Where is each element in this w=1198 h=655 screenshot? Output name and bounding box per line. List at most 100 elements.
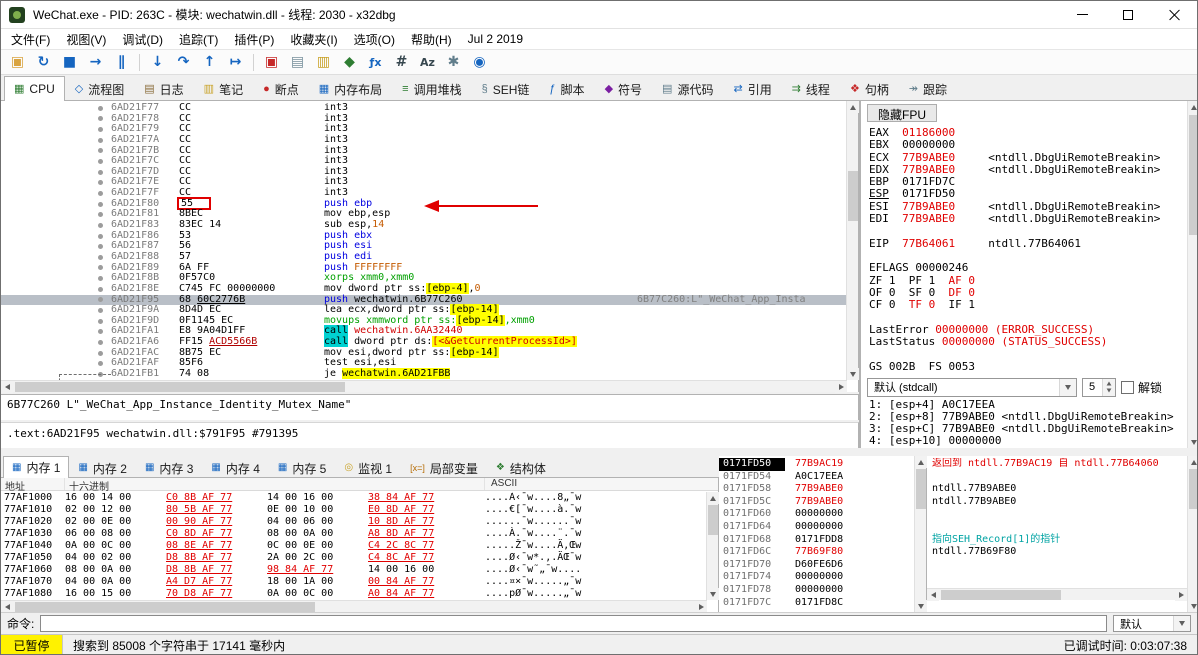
scroll-thumb[interactable] xyxy=(848,171,858,221)
stack-row[interactable]: 0171FD68 0171FDD8 xyxy=(719,534,915,547)
dump-row[interactable]: 77AF1030 06 00 08 00 C0 8D AF 77 08 00 0A 0… xyxy=(1,528,707,540)
stack-comment[interactable] xyxy=(932,521,1187,534)
restart-button[interactable]: ↻ xyxy=(31,51,56,73)
stack-row[interactable]: 0171FD6C 77B69F80 xyxy=(719,546,915,559)
command-script-select[interactable]: 默认 xyxy=(1113,615,1191,632)
search-button[interactable]: ◉ xyxy=(467,51,492,73)
stack-row[interactable]: 0171FD50 77B9AC19 xyxy=(719,458,915,471)
stack-comment[interactable]: 返回到 ntdll.77B9AC19 自 ntdll.77B64060 xyxy=(932,458,1187,471)
scroll-right-button[interactable] xyxy=(1175,589,1187,601)
stack-row[interactable]: 0171FD60 00000000 xyxy=(719,508,915,521)
scroll-left-button[interactable] xyxy=(927,589,939,601)
register-line[interactable]: LastStatus 00000000 (STATUS_SUCCESS) xyxy=(869,335,1185,348)
tab-dump-4[interactable]: ▦ 内存 4 xyxy=(202,458,268,477)
stop-button[interactable]: ■ xyxy=(57,51,82,73)
scroll-up-button[interactable] xyxy=(1188,101,1197,113)
argument-count-stepper[interactable]: 5 xyxy=(1082,377,1116,397)
minimize-button[interactable] xyxy=(1059,1,1105,28)
register-line[interactable]: CF 0 TF 0 IF 1 xyxy=(869,299,1185,311)
scroll-thumb[interactable] xyxy=(708,505,718,535)
register-line[interactable]: EIP 77B64061 ntdll.77B64061 xyxy=(869,237,1185,250)
stack-row[interactable]: 0171FD78 00000000 xyxy=(719,584,915,597)
scroll-down-button[interactable] xyxy=(1188,436,1197,448)
command-input[interactable] xyxy=(40,615,1107,632)
dump-row[interactable]: 77AF1010 02 00 12 00 80 5B AF 77 0E 00 10 0… xyxy=(1,504,707,516)
scroll-down-button[interactable] xyxy=(707,588,719,600)
comments-horizontal-scrollbar[interactable] xyxy=(927,588,1187,601)
stack-comment[interactable] xyxy=(932,559,1187,572)
stack-row[interactable]: 0171FD5C 77B9ABE0 xyxy=(719,496,915,509)
menu-favourites[interactable]: 收藏夹(I) xyxy=(282,29,345,50)
scroll-down-button[interactable] xyxy=(915,600,927,612)
registers-vertical-scrollbar[interactable] xyxy=(1187,101,1197,448)
tab-seh-chain[interactable]: § SEH链 xyxy=(472,78,540,100)
register-line[interactable]: GS 002B FS 0053 xyxy=(869,360,1185,373)
scroll-down-button[interactable] xyxy=(847,368,859,380)
tab-dump-1[interactable]: ▦ 内存 1 xyxy=(3,456,70,478)
scroll-left-button[interactable] xyxy=(1,381,13,393)
scroll-up-button[interactable] xyxy=(707,492,719,504)
pause-button[interactable]: ∥ xyxy=(109,51,134,73)
disassembly-horizontal-scrollbar[interactable] xyxy=(1,380,847,393)
step-out-button[interactable]: ↑ xyxy=(197,51,222,73)
register-line[interactable]: EDI 77B9ABE0 <ntdll.DbgUiRemoteBreakin> xyxy=(869,212,1185,225)
scroll-thumb[interactable] xyxy=(941,590,1061,600)
scroll-up-button[interactable] xyxy=(915,456,927,468)
tab-symbols[interactable]: ◆ 符号 xyxy=(595,78,652,100)
scroll-thumb[interactable] xyxy=(15,602,315,612)
tab-cpu[interactable]: ▦ CPU xyxy=(4,76,65,101)
dump-row[interactable]: 77AF1080 16 00 15 00 70 D8 AF 77 0A 00 0C 0… xyxy=(1,588,707,600)
dump-row[interactable]: 77AF1020 02 00 0E 00 00 90 AF 77 04 00 06 0… xyxy=(1,516,707,528)
tab-graph[interactable]: ◇ 流程图 xyxy=(65,78,134,100)
stack-row[interactable]: 0171FD54 A0C17EEA xyxy=(719,471,915,484)
stack-row[interactable]: 0171FD7C 0171FD8C xyxy=(719,597,915,610)
breakpoints-button[interactable]: ▣ xyxy=(259,51,284,73)
scroll-thumb[interactable] xyxy=(15,382,345,392)
tab-source[interactable]: ▤ 源代码 xyxy=(652,78,723,100)
tab-struct[interactable]: ❖ 结构体 xyxy=(487,458,555,477)
dump-row[interactable]: 77AF1050 04 00 02 00 D8 8B AF 77 2A 00 2C 0… xyxy=(1,552,707,564)
memory-map-button[interactable]: ▤ xyxy=(285,51,310,73)
dump-row[interactable]: 77AF1060 08 00 0A 00 D8 8B AF 77 98 84 AF 7… xyxy=(1,564,707,576)
dump-row[interactable]: 77AF1000 16 00 14 00 C0 8B AF 77 14 00 16 0… xyxy=(1,492,707,504)
menu-help[interactable]: 帮助(H) xyxy=(403,29,460,50)
tab-memory-map[interactable]: ▦ 内存布局 xyxy=(309,78,392,100)
scroll-thumb[interactable] xyxy=(1189,115,1197,235)
call-argument-line[interactable]: 4: [esp+10] 00000000 xyxy=(869,435,1185,447)
functions-button[interactable]: ƒx xyxy=(363,51,388,73)
stack-row[interactable]: 0171FD70 D60FE6D6 xyxy=(719,559,915,572)
tab-locals[interactable]: [x=] 局部变量 xyxy=(401,458,487,477)
scroll-down-button[interactable] xyxy=(1188,600,1197,612)
menu-options[interactable]: 选项(O) xyxy=(346,29,403,50)
patches-button[interactable]: ◆ xyxy=(337,51,362,73)
dump-horizontal-scrollbar[interactable] xyxy=(1,600,707,613)
hash-button[interactable]: # xyxy=(389,51,414,73)
tab-breakpoints[interactable]: ● 断点 xyxy=(253,78,309,100)
unlock-checkbox[interactable] xyxy=(1121,380,1134,394)
stepper-arrows-icon[interactable] xyxy=(1102,378,1115,396)
stack-row[interactable]: 0171FD74 00000000 xyxy=(719,571,915,584)
scroll-thumb[interactable] xyxy=(1189,469,1197,509)
stack-row[interactable]: 0171FD58 77B9ABE0 xyxy=(719,483,915,496)
menu-plugins[interactable]: 插件(P) xyxy=(226,29,282,50)
log-button[interactable]: ▥ xyxy=(311,51,336,73)
stack-comment[interactable] xyxy=(932,471,1187,484)
stack-comment[interactable]: 指向SEH_Record[1]的指针 xyxy=(932,534,1187,547)
hide-fpu-button[interactable]: 隐藏FPU xyxy=(867,104,938,122)
disassembly-vertical-scrollbar[interactable] xyxy=(846,101,859,380)
menu-trace[interactable]: 追踪(T) xyxy=(171,29,226,50)
tab-handles[interactable]: ❖ 句柄 xyxy=(840,78,899,100)
stack-row[interactable]: 0171FD64 00000000 xyxy=(719,521,915,534)
stack-vertical-scrollbar[interactable] xyxy=(914,456,927,612)
dump-row[interactable]: 77AF1070 04 00 0A 00 A4 D7 AF 77 18 00 1A 0… xyxy=(1,576,707,588)
tab-script[interactable]: ƒ 脚本 xyxy=(539,78,594,100)
calling-convention-select[interactable]: 默认 (stdcall) xyxy=(867,377,1077,397)
tab-trace[interactable]: ↠ 跟踪 xyxy=(899,78,957,100)
scroll-thumb[interactable] xyxy=(916,469,926,509)
tab-notes[interactable]: ▥ 笔记 xyxy=(194,78,253,100)
run-to-user-code-button[interactable]: ↦ xyxy=(223,51,248,73)
maximize-button[interactable] xyxy=(1105,1,1151,28)
tab-watch-1[interactable]: ◎ 监视 1 xyxy=(335,458,401,477)
splitter-horizontal[interactable] xyxy=(1,448,1197,456)
scroll-up-button[interactable] xyxy=(1188,456,1197,468)
